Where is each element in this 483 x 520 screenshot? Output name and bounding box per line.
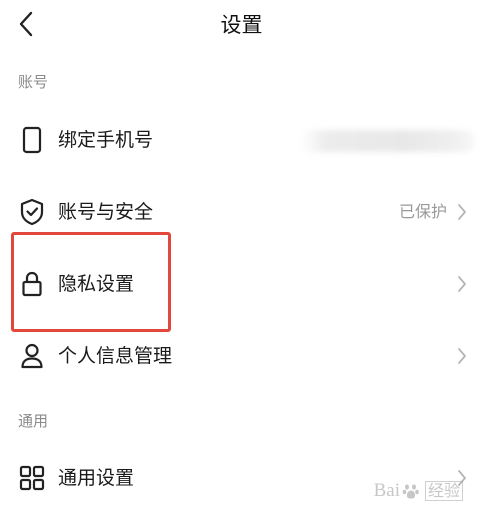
section-label-account: 账号 — [18, 73, 49, 91]
settings-page: 设置 账号 绑定手机号 账号与安全 已保护 隐私设置 个人信息管理 通用 通用设… — [0, 0, 483, 520]
row-label-account-security: 账号与安全 — [58, 201, 154, 223]
row-label-bind-phone: 绑定手机号 — [58, 129, 154, 151]
paw-icon — [402, 484, 419, 499]
grid-icon — [18, 464, 46, 492]
chevron-right-icon — [455, 345, 469, 367]
row-label-general-settings: 通用设置 — [58, 467, 135, 489]
baidu-watermark: Bai 经验 — [374, 480, 463, 502]
page-title: 设置 — [220, 13, 263, 37]
watermark-text-right: 经验 — [424, 481, 463, 501]
account-security-status: 已保护 — [398, 202, 447, 221]
phone-number-value-blurred — [300, 130, 475, 152]
row-label-personal-info: 个人信息管理 — [58, 345, 173, 367]
watermark-text-left: Bai — [373, 480, 400, 501]
chevron-right-icon — [455, 201, 469, 223]
row-bind-phone[interactable]: 绑定手机号 — [0, 112, 483, 168]
shield-check-icon — [18, 198, 46, 226]
row-personal-info[interactable]: 个人信息管理 — [0, 328, 483, 384]
section-label-general: 通用 — [18, 412, 49, 430]
row-privacy-settings[interactable]: 隐私设置 — [0, 256, 483, 312]
person-icon — [18, 342, 46, 370]
lock-icon — [18, 270, 46, 298]
row-label-privacy-settings: 隐私设置 — [58, 273, 135, 295]
row-account-security[interactable]: 账号与安全 已保护 — [0, 184, 483, 240]
chevron-right-icon — [455, 273, 469, 295]
phone-icon — [18, 126, 46, 154]
header-bar: 设置 — [0, 0, 483, 50]
